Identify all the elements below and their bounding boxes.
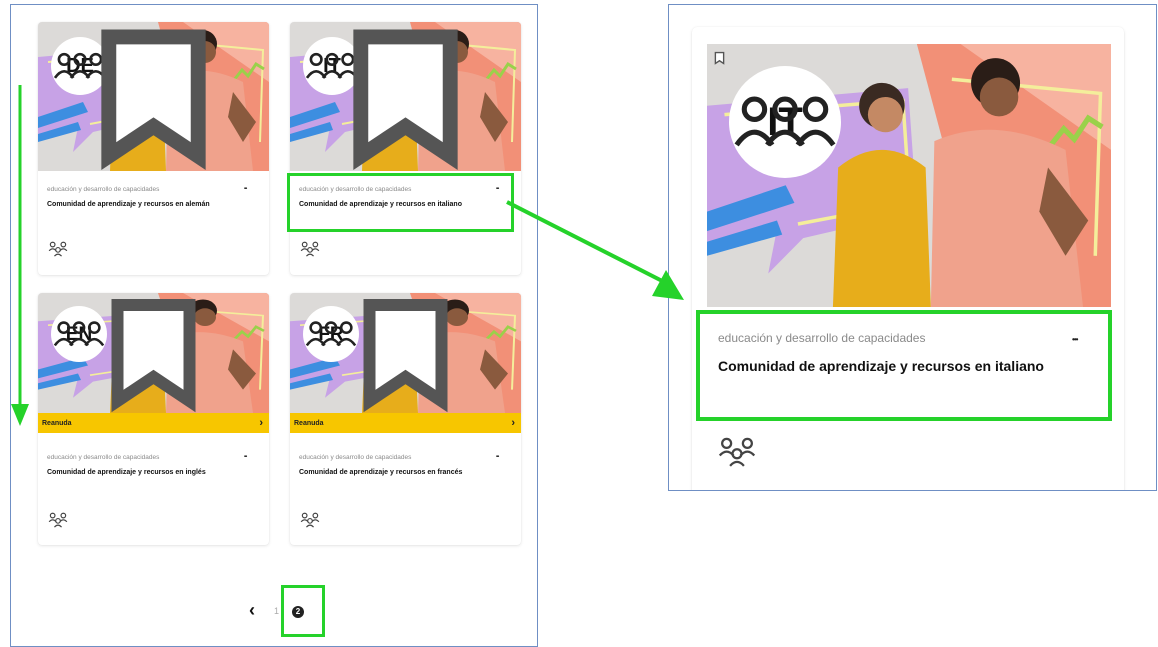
course-category: educación y desarrollo de capacidades bbox=[299, 454, 412, 461]
course-category: educación y desarrollo de capacidades bbox=[47, 186, 160, 193]
course-card-en[interactable]: EN Reanuda › educación y desarrollo de c… bbox=[38, 293, 269, 545]
chevron-right-icon: › bbox=[511, 417, 515, 429]
course-title[interactable]: Comunidad de aprendizaje y recursos en i… bbox=[47, 467, 247, 478]
course-card-de[interactable]: DE educación y desarrollo de capacidades… bbox=[38, 22, 269, 275]
bookmark-icon[interactable] bbox=[714, 51, 725, 65]
page-1-link[interactable]: 1 bbox=[274, 607, 279, 616]
more-options-button[interactable]: ••• bbox=[496, 455, 499, 460]
course-card-fr[interactable]: FR Reanuda › educación y desarrollo de c… bbox=[290, 293, 521, 545]
resume-button[interactable]: Reanuda › bbox=[290, 413, 521, 433]
group-icon bbox=[300, 512, 320, 528]
course-thumbnail: EN bbox=[38, 293, 269, 413]
course-category: educación y desarrollo de capacidades bbox=[47, 454, 160, 461]
highlight-box-page-2 bbox=[281, 585, 325, 637]
highlight-box-zoomed bbox=[696, 310, 1112, 421]
resume-label: Reanuda bbox=[42, 419, 72, 427]
bookmark-icon[interactable] bbox=[38, 22, 269, 171]
group-icon bbox=[48, 512, 68, 528]
more-options-button[interactable]: ••• bbox=[244, 187, 247, 192]
course-title[interactable]: Comunidad de aprendizaje y recursos en a… bbox=[47, 199, 247, 210]
chevron-right-icon: › bbox=[259, 417, 263, 429]
community-icon bbox=[729, 66, 841, 178]
course-title[interactable]: Comunidad de aprendizaje y recursos en f… bbox=[299, 467, 499, 478]
previous-page-button[interactable]: ‹ bbox=[249, 601, 255, 619]
bookmark-icon[interactable] bbox=[290, 22, 521, 171]
group-icon bbox=[300, 241, 320, 257]
course-card-it-zoomed[interactable]: IT educación y desarrollo de capacidades… bbox=[692, 27, 1124, 490]
course-thumbnail: IT bbox=[290, 22, 521, 171]
course-thumbnail: FR bbox=[290, 293, 521, 413]
catalog-panel: DE educación y desarrollo de capacidades… bbox=[10, 4, 538, 647]
group-icon bbox=[718, 437, 756, 467]
bookmark-icon[interactable] bbox=[290, 293, 521, 413]
more-options-button[interactable]: ••• bbox=[244, 455, 247, 460]
course-card-it[interactable]: IT educación y desarrollo de capacidades… bbox=[290, 22, 521, 275]
resume-button[interactable]: Reanuda › bbox=[38, 413, 269, 433]
bookmark-icon[interactable] bbox=[38, 293, 269, 413]
resume-label: Reanuda bbox=[294, 419, 324, 427]
language-badge: IT bbox=[729, 66, 841, 178]
zoom-panel: IT educación y desarrollo de capacidades… bbox=[668, 4, 1157, 491]
course-thumbnail: DE bbox=[38, 22, 269, 171]
course-thumbnail: IT bbox=[707, 44, 1111, 307]
highlight-box-it-card bbox=[287, 173, 514, 232]
group-icon bbox=[48, 241, 68, 257]
